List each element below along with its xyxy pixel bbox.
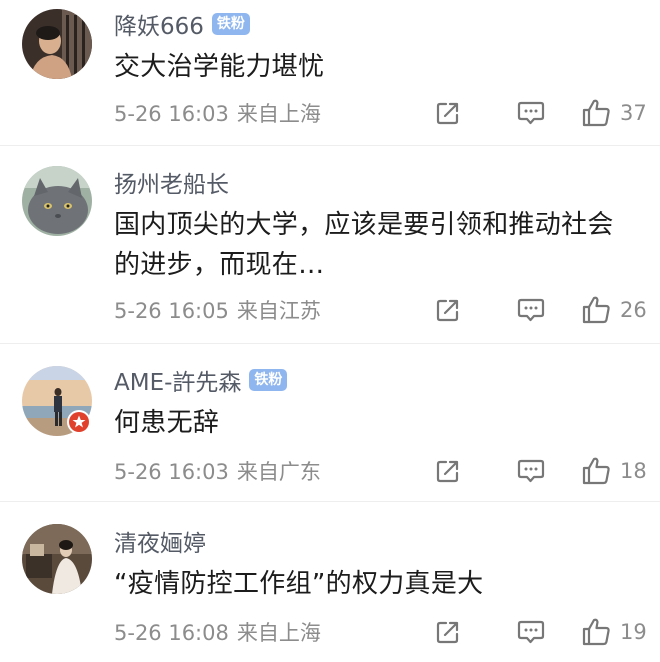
username[interactable]: 清夜婳婷 — [114, 524, 206, 558]
comment-meta: 5-26 16:05 来自江苏 — [114, 295, 321, 325]
comment-actions: 26 — [435, 293, 647, 327]
username[interactable]: AME-許先森 — [114, 363, 241, 397]
reply-button[interactable] — [517, 618, 581, 646]
like-button[interactable]: 37 — [581, 98, 647, 128]
like-count: 37 — [620, 101, 647, 125]
comment-text-line: 交大治学能力堪忧 — [114, 52, 325, 82]
comment-actions: 37 — [435, 96, 647, 130]
like-count: 19 — [620, 620, 647, 644]
fan-badge: 铁粉 — [211, 13, 250, 35]
thumbs-up-icon — [582, 618, 610, 646]
like-button[interactable]: 18 — [581, 456, 647, 486]
name-row: AME-許先森 铁粉 — [114, 364, 642, 396]
comment-meta: 5-26 16:08 来自上海 — [114, 617, 321, 647]
share-button[interactable] — [435, 297, 517, 323]
share-button[interactable] — [435, 619, 517, 645]
comment-time: 5-26 16:08 — [114, 621, 229, 645]
comment-text-line: 国内顶尖的大学，应该是要引领和推动社会 — [114, 210, 614, 240]
comment-item: 降妖666 铁粉 交大治学能力堪忧 5-26 16:03 来自上海 37 — [0, 0, 660, 146]
comment-icon — [517, 620, 545, 644]
comment-time: 5-26 16:03 — [114, 102, 229, 126]
comment-actions: 19 — [435, 615, 647, 649]
comment-text-line: 的进步，而现在… — [114, 250, 325, 280]
username[interactable]: 扬州老船长 — [114, 165, 229, 199]
thumbs-up-icon — [582, 457, 610, 485]
comment-footer: 5-26 16:03 来自上海 37 — [114, 96, 647, 130]
like-count: 26 — [620, 298, 647, 322]
comment-location: 来自广东 — [236, 460, 321, 484]
comment-item: 扬州老船长 国内顶尖的大学，应该是要引领和推动社会 的进步，而现在… 5-26 … — [0, 146, 660, 344]
comment-location: 来自江苏 — [236, 299, 321, 323]
like-button[interactable]: 19 — [581, 617, 647, 647]
comment-icon — [517, 298, 545, 322]
share-icon — [436, 621, 459, 644]
reply-button[interactable] — [517, 457, 581, 485]
gray-cat-avatar[interactable] — [22, 166, 92, 236]
thumbs-up-icon — [582, 296, 610, 324]
portrait-photo-avatar[interactable] — [22, 524, 92, 594]
reply-button[interactable] — [517, 99, 581, 127]
thumbs-up-icon — [582, 99, 610, 127]
comment-text: 何患无辞 — [114, 403, 642, 443]
comment-text: 交大治学能力堪忧 — [114, 47, 642, 87]
comment-text-line: 何患无辞 — [114, 408, 220, 438]
fan-badge: 铁粉 — [249, 369, 288, 391]
comment-icon — [517, 459, 545, 483]
username[interactable]: 降妖666 — [114, 7, 204, 41]
comment-body: 扬州老船长 国内顶尖的大学，应该是要引领和推动社会 的进步，而现在… — [114, 166, 642, 285]
comment-icon — [517, 101, 545, 125]
name-row: 降妖666 铁粉 — [114, 8, 642, 40]
comment-meta: 5-26 16:03 来自上海 — [114, 98, 321, 128]
comment-time: 5-26 16:05 — [114, 299, 229, 323]
like-count: 18 — [620, 459, 647, 483]
share-button[interactable] — [435, 458, 517, 484]
comment-body: AME-許先森 铁粉 何患无辞 — [114, 364, 642, 443]
comment-footer: 5-26 16:05 来自江苏 26 — [114, 293, 647, 327]
comment-item: AME-許先森 铁粉 何患无辞 5-26 16:03 来自广东 18 — [0, 344, 660, 502]
comment-time: 5-26 16:03 — [114, 460, 229, 484]
share-icon — [436, 460, 459, 483]
comment-actions: 18 — [435, 454, 647, 488]
comment-footer: 5-26 16:03 来自广东 18 — [114, 454, 647, 488]
comment-list: 降妖666 铁粉 交大治学能力堪忧 5-26 16:03 来自上海 37 扬州老… — [0, 0, 660, 662]
comment-body: 清夜婳婷 “疫情防控工作组”的权力真是大 — [114, 525, 642, 604]
name-row: 扬州老船长 — [114, 166, 642, 198]
comment-text-line: “疫情防控工作组”的权力真是大 — [114, 569, 484, 599]
person-photo-avatar[interactable] — [22, 9, 92, 79]
like-button[interactable]: 26 — [581, 295, 647, 325]
reply-button[interactable] — [517, 296, 581, 324]
verified-star-icon — [67, 410, 91, 434]
share-icon — [436, 102, 459, 125]
comment-body: 降妖666 铁粉 交大治学能力堪忧 — [114, 8, 642, 87]
comment-text: “疫情防控工作组”的权力真是大 — [114, 564, 642, 604]
comment-meta: 5-26 16:03 来自广东 — [114, 456, 321, 486]
comment-location: 来自上海 — [236, 621, 321, 645]
name-row: 清夜婳婷 — [114, 525, 642, 557]
share-button[interactable] — [435, 100, 517, 126]
comment-text: 国内顶尖的大学，应该是要引领和推动社会 的进步，而现在… — [114, 205, 642, 285]
comment-location: 来自上海 — [236, 102, 321, 126]
comment-item: 清夜婳婷 “疫情防控工作组”的权力真是大 5-26 16:08 来自上海 19 — [0, 502, 660, 662]
share-icon — [436, 299, 459, 322]
comment-footer: 5-26 16:08 来自上海 19 — [114, 615, 647, 649]
